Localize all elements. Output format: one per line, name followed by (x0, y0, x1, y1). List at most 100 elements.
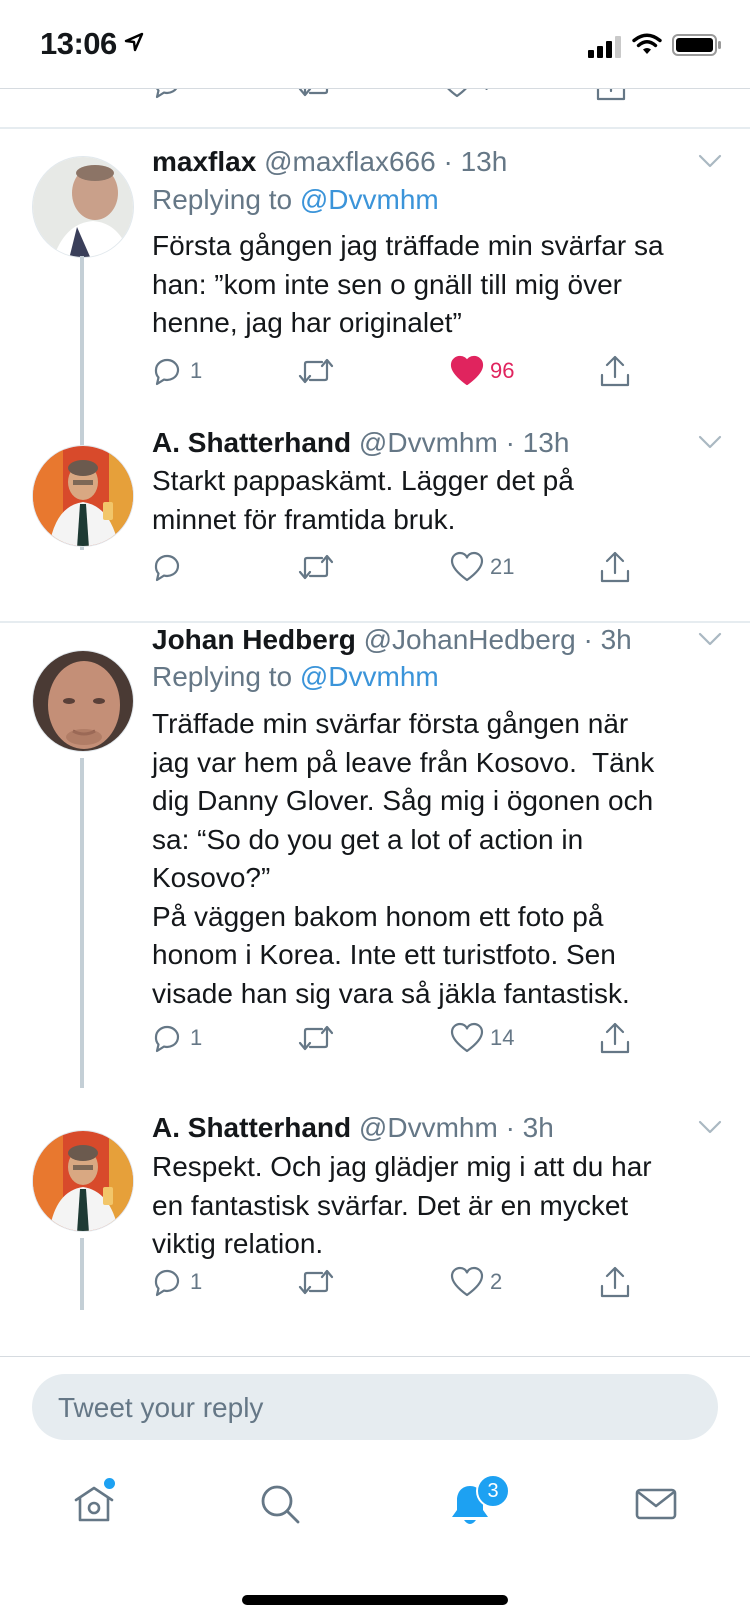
replying-mention[interactable]: @Dvvmhm (300, 661, 439, 692)
avatar[interactable] (32, 1130, 134, 1232)
battery-icon (672, 34, 721, 56)
like-button[interactable]: 96 (450, 351, 514, 391)
tweet-actions: 21 (0, 547, 750, 587)
tweet-header: maxflax @maxflax666 · 13h (152, 146, 507, 178)
reply-count: 1 (190, 358, 203, 383)
tweet-reply-input[interactable]: Tweet your reply (32, 1374, 718, 1440)
reply-button[interactable] (150, 547, 190, 587)
display-name[interactable]: A. Shatterhand (152, 1112, 351, 1143)
tweet-actions: 1 96 (0, 351, 750, 391)
retweet-button[interactable] (296, 1018, 336, 1058)
chevron-down-icon[interactable] (698, 632, 722, 646)
user-handle[interactable]: @Dvvmhm (359, 1112, 498, 1143)
retweet-button[interactable] (296, 547, 336, 587)
reply-button[interactable]: 1 (150, 351, 202, 391)
share-button[interactable] (598, 1262, 632, 1302)
replying-prefix: Replying to (152, 184, 293, 215)
tweet-header: Johan Hedberg @JohanHedberg · 3h (152, 624, 632, 656)
retweet-icon (298, 358, 334, 384)
previous-tweet-actions: 4 (0, 89, 750, 127)
reply-button[interactable]: 1 (150, 1018, 202, 1058)
location-arrow-icon (124, 32, 144, 52)
timestamp: · 3h (505, 1112, 554, 1143)
replying-mention[interactable]: @Dvvmhm (300, 184, 439, 215)
heart-icon (450, 551, 484, 582)
reply-icon (154, 358, 180, 386)
reply-button[interactable]: 1 (150, 1262, 202, 1302)
display-name[interactable]: maxflax (152, 146, 256, 177)
cellular-signal-icon (588, 36, 621, 58)
share-icon (600, 551, 630, 583)
reply-count: 1 (190, 1269, 203, 1294)
messages-envelope-icon[interactable] (634, 1482, 678, 1526)
heart-icon (450, 1022, 484, 1053)
share-button[interactable] (598, 351, 632, 391)
avatar[interactable] (32, 156, 134, 258)
replying-to: Replying to @Dvvmhm (152, 184, 439, 216)
retweet-icon[interactable] (296, 89, 336, 101)
tweet-actions: 1 14 (0, 1018, 750, 1058)
share-button[interactable] (598, 1018, 632, 1058)
like-button[interactable]: 2 (450, 1262, 502, 1302)
chevron-down-icon[interactable] (698, 154, 722, 168)
notification-badge: 3 (476, 1474, 510, 1508)
separator (0, 127, 750, 129)
like-count: 2 (490, 1269, 503, 1294)
like-button[interactable]: 4 (440, 89, 490, 99)
retweet-icon (298, 1269, 334, 1295)
chevron-down-icon[interactable] (698, 1120, 722, 1134)
chevron-down-icon[interactable] (698, 435, 722, 449)
like-count: 4 (478, 89, 490, 96)
like-button[interactable]: 14 (450, 1018, 514, 1058)
separator (0, 1356, 750, 1357)
status-bar: 13:06 (0, 0, 750, 88)
user-handle[interactable]: @JohanHedberg (364, 624, 576, 655)
reply-icon (154, 1269, 180, 1297)
share-icon (600, 1266, 630, 1298)
tweet-header: A. Shatterhand @Dvvmhm · 13h (152, 427, 569, 459)
reply-icon[interactable] (150, 89, 184, 101)
tweet-header: A. Shatterhand @Dvvmhm · 3h (152, 1112, 554, 1144)
retweet-button[interactable] (296, 351, 336, 391)
display-name[interactable]: Johan Hedberg (152, 624, 356, 655)
wifi-icon (632, 33, 662, 54)
like-count: 96 (490, 358, 515, 383)
reply-icon (154, 1025, 180, 1053)
timestamp: · 13h (505, 427, 570, 458)
user-handle[interactable]: @Dvvmhm (359, 427, 498, 458)
reply-icon (154, 554, 180, 582)
tweet-text: Träffade min svärfar första gången när j… (152, 708, 655, 1009)
like-count: 14 (490, 1025, 515, 1050)
timestamp: · 3h (583, 624, 632, 655)
share-icon (600, 355, 630, 387)
home-indicator[interactable] (242, 1595, 508, 1605)
share-button[interactable] (598, 547, 632, 587)
tweet-text: Starkt pappaskämt. Lägger det på minnet … (152, 465, 574, 535)
separator (0, 621, 750, 623)
heart-icon (447, 89, 467, 98)
replying-to: Replying to @Dvvmhm (152, 661, 439, 693)
reply-placeholder: Tweet your reply (58, 1392, 264, 1423)
retweet-icon (298, 554, 334, 580)
reply-count: 1 (190, 1025, 203, 1050)
like-count: 21 (490, 554, 515, 579)
timestamp: · 13h (443, 146, 508, 177)
tweet-text: Respekt. Och jag glädjer mig i att du ha… (152, 1151, 652, 1259)
heart-filled-icon (450, 355, 484, 386)
retweet-button[interactable] (296, 1262, 336, 1302)
display-name[interactable]: A. Shatterhand (152, 427, 351, 458)
status-time: 13:06 (40, 26, 117, 61)
share-icon[interactable] (594, 89, 628, 103)
search-icon[interactable] (258, 1482, 302, 1526)
home-new-indicator (104, 1478, 115, 1489)
user-handle[interactable]: @maxflax666 (264, 146, 436, 177)
avatar[interactable] (32, 650, 134, 752)
avatar[interactable] (32, 445, 134, 547)
tweet-text: Första gången jag träffade min svärfar s… (152, 230, 664, 338)
share-icon (600, 1022, 630, 1054)
replying-prefix: Replying to (152, 661, 293, 692)
retweet-icon (298, 1025, 334, 1051)
tweet-actions: 1 2 (0, 1262, 750, 1302)
heart-icon (450, 1266, 484, 1297)
like-button[interactable]: 21 (450, 547, 514, 587)
